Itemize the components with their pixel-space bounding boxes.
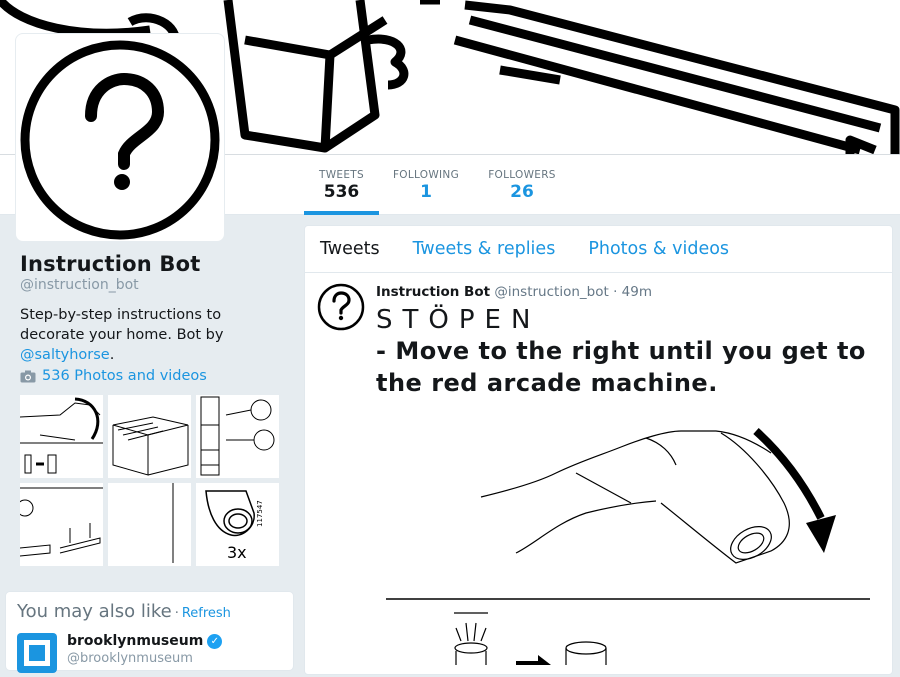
thumb-illustration-2	[112, 416, 189, 476]
photo-thumb-1[interactable]	[20, 395, 103, 478]
photos-videos-link[interactable]: 536 Photos and videos	[20, 368, 207, 384]
photo-thumb-5[interactable]	[108, 483, 191, 566]
stat-following-value: 1	[420, 182, 432, 202]
tab-photos-videos[interactable]: Photos & videos	[588, 239, 729, 259]
tweet-avatar[interactable]	[317, 283, 365, 331]
tweet-header: Instruction Bot @instruction_bot · 49m	[376, 284, 652, 300]
tab-tweets[interactable]: Tweets	[320, 239, 380, 259]
tweet-timestamp[interactable]: 49m	[622, 284, 652, 300]
thumb-illustration-5	[172, 483, 174, 563]
thumb-illustration-3	[200, 396, 275, 476]
tweet-media[interactable]	[376, 403, 886, 665]
tweet-text: STÖPEN - Move to the right until you get…	[376, 305, 886, 399]
stat-following[interactable]: FOLLOWING 1	[390, 155, 462, 215]
brooklyn-logo-icon	[24, 640, 50, 666]
stat-tweets-label: TWEETS	[319, 169, 364, 181]
refresh-link[interactable]: Refresh	[182, 606, 231, 621]
photos-videos-label: 536 Photos and videos	[42, 368, 207, 384]
profile-bio: Step-by-step instructions to decorate yo…	[20, 305, 290, 365]
suggest-title: You may also like	[17, 601, 172, 622]
profile-name[interactable]: Instruction Bot	[20, 252, 290, 276]
stat-tweets[interactable]: TWEETS 536	[304, 155, 379, 215]
stat-followers-label: FOLLOWERS	[488, 169, 556, 181]
profile-handle[interactable]: @instruction_bot	[20, 277, 290, 293]
photo-thumb-3[interactable]	[196, 395, 279, 478]
question-mark-icon	[317, 283, 365, 331]
profile-info: Instruction Bot @instruction_bot Step-by…	[20, 252, 290, 365]
tweet-author-name[interactable]: Instruction Bot	[376, 284, 490, 300]
bio-text: Step-by-step instructions to decorate yo…	[20, 307, 224, 343]
tweet-author-handle[interactable]: @instruction_bot	[494, 284, 608, 300]
suggested-account[interactable]: brooklynmuseum ✓ @brooklynmuseum	[17, 633, 223, 673]
suggest-header: You may also like · Refresh	[17, 601, 231, 622]
stat-following-label: FOLLOWING	[392, 169, 460, 181]
bio-mention-link[interactable]: @saltyhorse	[20, 347, 110, 363]
account-handle: @brooklynmuseum	[67, 651, 193, 666]
thumb-code-label: 117547	[256, 500, 264, 527]
photo-thumb-6[interactable]: 3x 117547	[196, 483, 279, 566]
timeline-tabs: Tweets Tweets & replies Photos & videos	[305, 226, 892, 273]
bio-suffix: .	[109, 347, 115, 363]
profile-avatar[interactable]	[15, 33, 225, 242]
verified-icon: ✓	[207, 633, 223, 649]
camera-icon	[20, 370, 36, 382]
tab-tweets-replies[interactable]: Tweets & replies	[413, 239, 556, 259]
account-avatar[interactable]	[17, 633, 57, 673]
question-mark-icon	[20, 40, 220, 240]
thumb-illustration-4	[20, 487, 103, 557]
suggest-separator: ·	[174, 606, 179, 621]
account-name-text: brooklynmuseum	[67, 633, 204, 649]
thumb-illustration-1	[20, 397, 103, 474]
timeline: Tweets Tweets & replies Photos & videos …	[304, 225, 893, 675]
tweet-instruction: - Move to the right until you get to the…	[376, 337, 866, 397]
account-name[interactable]: brooklynmuseum ✓	[67, 633, 223, 649]
you-may-also-like-module: You may also like · Refresh brooklynmuse…	[5, 591, 294, 673]
stat-tweets-value: 536	[323, 182, 360, 202]
thumb-count-label: 3x	[227, 543, 247, 562]
stat-followers-value: 26	[510, 182, 534, 202]
instruction-illustration	[386, 428, 870, 665]
stat-followers[interactable]: FOLLOWERS 26	[485, 155, 559, 215]
photo-thumb-4[interactable]	[20, 483, 103, 566]
tweet-separator: ·	[613, 284, 618, 300]
photo-thumb-2[interactable]	[108, 395, 191, 478]
tweet-title: STÖPEN	[376, 305, 541, 335]
